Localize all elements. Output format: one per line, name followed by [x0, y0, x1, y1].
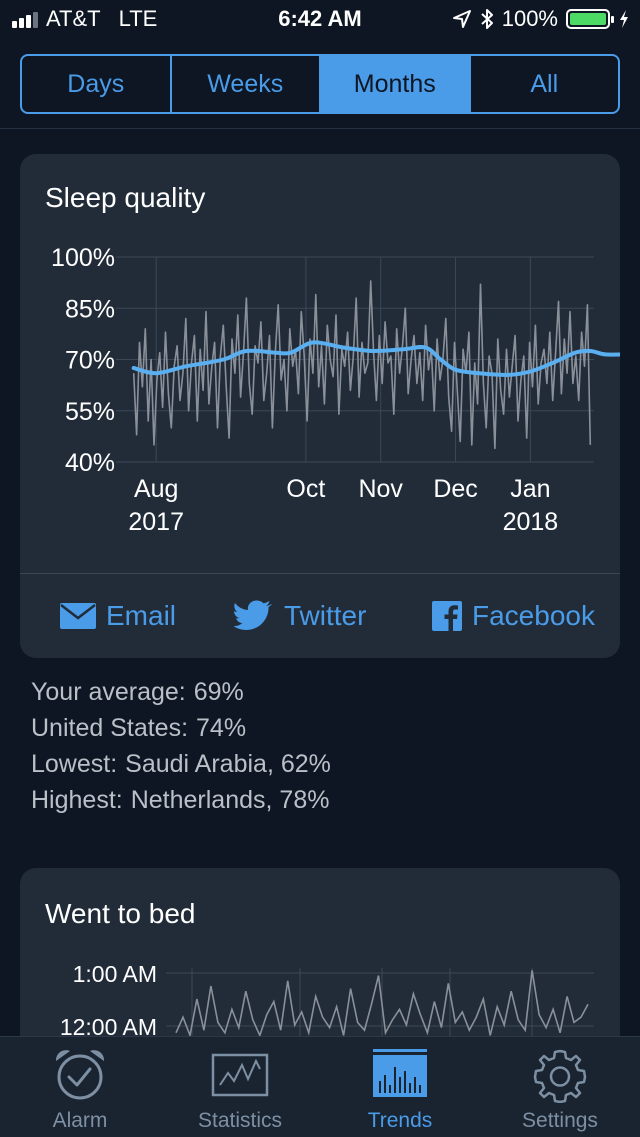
tab-settings-label: Settings	[522, 1109, 598, 1132]
stat-label: Lowest:	[31, 750, 118, 778]
segment-days[interactable]: Days	[22, 56, 172, 112]
facebook-share-label: Facebook	[472, 600, 595, 631]
gear-icon	[533, 1049, 587, 1103]
tab-trends-label: Trends	[367, 1109, 433, 1132]
stat-country: United States: 74%	[31, 710, 331, 746]
status-right: 100%	[452, 6, 630, 32]
tab-statistics-label: Statistics	[197, 1109, 283, 1132]
segment-weeks[interactable]: Weeks	[172, 56, 321, 112]
twitter-bird-icon	[234, 600, 272, 630]
x-tick-label: Oct	[286, 475, 325, 503]
tab-trends[interactable]: Trends	[320, 1037, 480, 1137]
twitter-share-button[interactable]: Twitter	[234, 574, 366, 658]
envelope-icon	[60, 603, 96, 629]
stat-your-average: Your average: 69%	[31, 674, 331, 710]
x-tick-label: Dec	[433, 475, 477, 503]
stat-lowest: Lowest: Saudi Arabia, 62%	[31, 746, 331, 782]
battery-icon	[566, 9, 614, 29]
trends-bars-icon	[373, 1049, 427, 1097]
tab-statistics[interactable]: Statistics	[160, 1037, 320, 1137]
status-bar: AT&T LTE 6:42 AM 100%	[0, 0, 640, 40]
email-share-label: Email	[106, 600, 177, 631]
facebook-logo-icon	[432, 601, 462, 631]
charging-bolt-icon	[620, 10, 628, 28]
stat-value: 74%	[196, 714, 247, 742]
segment-all[interactable]: All	[471, 56, 619, 112]
location-arrow-icon	[452, 10, 471, 28]
tab-bar: Alarm Statistics Trends Settings	[0, 1036, 640, 1137]
x-tick-year-label: 2018	[503, 508, 559, 536]
period-segmented-control: Days Weeks Months All	[20, 54, 620, 114]
x-tick-label: Aug	[134, 475, 178, 503]
tab-alarm[interactable]: Alarm	[0, 1037, 160, 1137]
twitter-share-label: Twitter	[284, 600, 367, 631]
segment-months[interactable]: Months	[321, 56, 471, 112]
stat-value: 69%	[193, 678, 244, 706]
sleep-quality-chart: 100% 85% 70% 55% 40% Aug 2017 Oct Nov Dec Jan 2018	[51, 244, 620, 536]
alarm-clock-icon	[55, 1050, 105, 1100]
facebook-share-button[interactable]: Facebook	[432, 574, 595, 658]
stat-label: Highest:	[31, 786, 123, 814]
y-tick-label: 85%	[65, 295, 115, 323]
x-tick-label: Jan	[510, 475, 550, 503]
y-tick-label: 55%	[65, 398, 115, 426]
stat-value: Saudi Arabia, 62%	[125, 750, 331, 778]
y-tick-label: 100%	[51, 244, 115, 272]
stat-label: Your average:	[31, 678, 186, 706]
y-tick-label: 1:00 AM	[73, 961, 157, 987]
x-tick-label: Nov	[358, 475, 403, 503]
stat-label: United States:	[31, 714, 189, 742]
statistics-chart-icon	[211, 1053, 269, 1097]
header-divider	[0, 128, 640, 129]
sleep-quality-stats: Your average: 69% United States: 74% Lowes…	[31, 674, 331, 818]
stat-highest: Highest: Netherlands, 78%	[31, 782, 331, 818]
y-tick-label: 70%	[65, 347, 115, 375]
email-share-button[interactable]: Email	[60, 574, 176, 658]
tab-alarm-label: Alarm	[52, 1109, 108, 1132]
y-tick-label: 40%	[65, 449, 115, 477]
bluetooth-icon	[481, 9, 493, 29]
tab-settings[interactable]: Settings	[480, 1037, 640, 1137]
x-tick-year-label: 2017	[128, 508, 184, 536]
battery-percent: 100%	[501, 6, 558, 31]
sleep-quality-card: Sleep quality 100% 85% 70% 55% 40% Aug 2017 Oct…	[20, 154, 620, 658]
share-row: Email Twitter Facebook	[20, 574, 620, 658]
stat-value: Netherlands, 78%	[130, 786, 330, 814]
